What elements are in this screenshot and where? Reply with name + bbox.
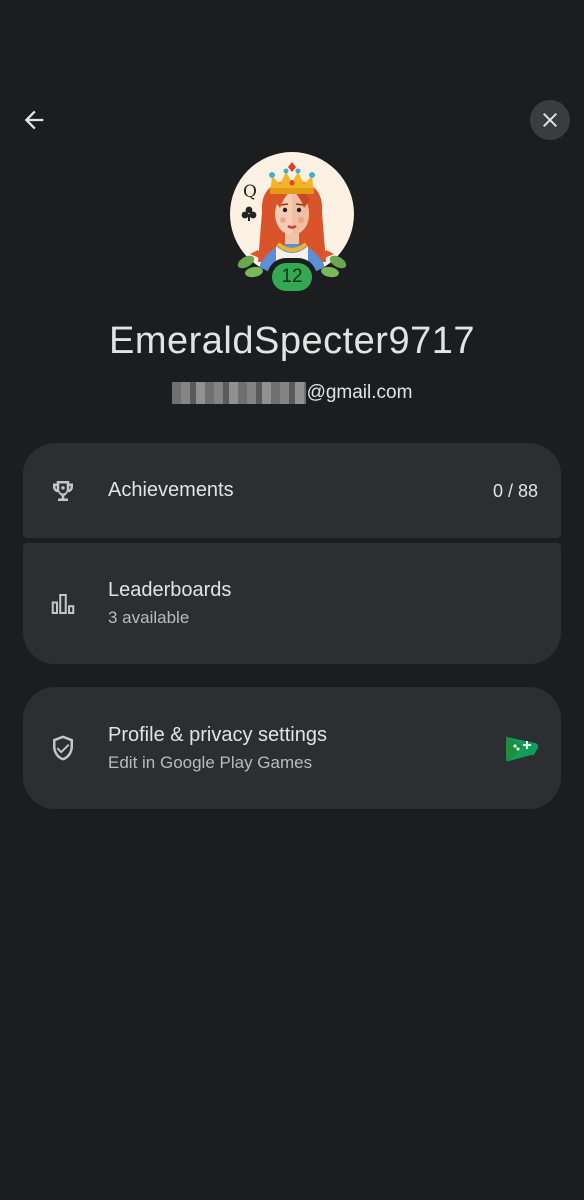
level-value: 12 — [272, 263, 312, 291]
profile-privacy-label: Profile & privacy settings — [108, 724, 327, 746]
profile-screen: Q 12 EmeraldSpecter9717 @gmail.com Achie… — [0, 0, 584, 1200]
leaderboards-label: Leaderboards — [108, 579, 232, 601]
play-games-icon — [506, 736, 539, 762]
leaderboards-row[interactable]: Leaderboards 3 available — [23, 543, 561, 664]
achievements-row[interactable]: Achievements 0 / 88 — [23, 443, 561, 538]
gamer-name: EmeraldSpecter9717 — [109, 320, 475, 362]
leaderboard-icon — [45, 586, 81, 622]
achievements-count: 0 / 88 — [492, 481, 538, 501]
avatar[interactable]: Q 12 — [228, 152, 356, 302]
account-email: @gmail.com — [0, 382, 584, 404]
profile-privacy-subtitle: Edit in Google Play Games — [108, 753, 313, 772]
achievements-label: Achievements — [108, 479, 234, 501]
close-button[interactable] — [530, 100, 570, 140]
back-button[interactable] — [14, 100, 54, 140]
leaderboards-subtitle: 3 available — [108, 608, 190, 627]
arrow-back-icon — [24, 110, 44, 130]
close-icon — [543, 113, 557, 127]
profile-privacy-settings-row[interactable]: Profile & privacy settings Edit in Googl… — [23, 687, 561, 809]
email-domain: @gmail.com — [306, 382, 413, 403]
level-badge: 12 — [263, 254, 321, 300]
shield-check-icon — [45, 730, 81, 766]
trophy-icon — [45, 473, 81, 509]
email-redacted — [171, 382, 306, 404]
svg-text:Q: Q — [243, 182, 257, 202]
